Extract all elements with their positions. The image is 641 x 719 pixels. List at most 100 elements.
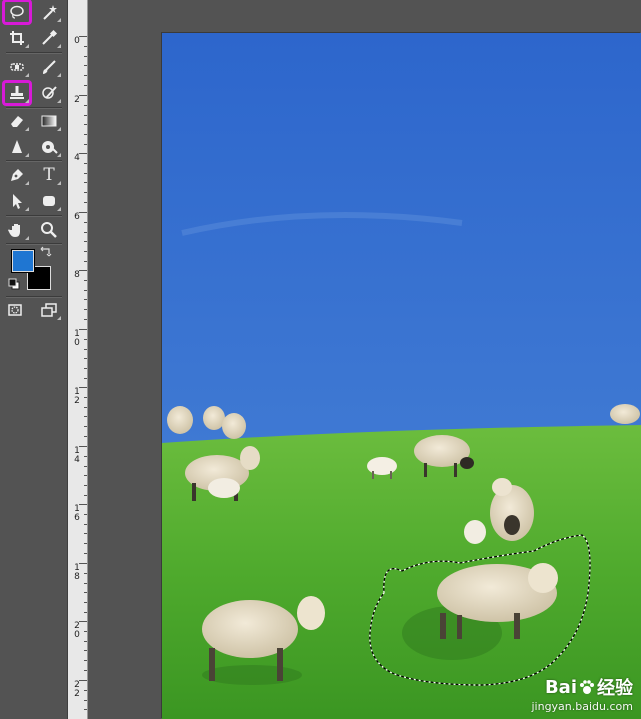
ruler-minor-tick (84, 485, 87, 486)
ruler-label: 2 (74, 95, 80, 105)
ruler-minor-tick (84, 124, 87, 125)
ruler-label: 1 8 (74, 563, 80, 582)
ruler-minor-tick (84, 56, 87, 57)
ruler-minor-tick (84, 299, 87, 300)
eraser-tool-button[interactable] (4, 110, 30, 132)
watermark-brand-suffix: 经验 (597, 678, 633, 699)
ruler-label: 0 (74, 36, 80, 46)
lasso-tool-button[interactable] (2, 0, 32, 25)
hand-icon (8, 224, 20, 237)
ruler-minor-tick (84, 426, 87, 427)
ruler-minor-tick (84, 495, 87, 496)
ruler-minor-tick (84, 232, 87, 233)
eyedropper-tool-button[interactable] (36, 27, 62, 49)
rectangle-shape-icon (43, 196, 55, 206)
ruler-minor-tick (84, 592, 87, 593)
ruler-minor-tick (84, 261, 87, 262)
tool-separator (6, 215, 62, 216)
ruler-minor-tick (84, 573, 87, 574)
history-brush-icon (42, 86, 57, 99)
tool-separator (6, 52, 62, 53)
blur-icon (12, 140, 22, 153)
eyedropper-icon (42, 29, 58, 45)
swap-colors-icon[interactable] (40, 245, 52, 257)
quick-mask-button[interactable] (2, 299, 28, 321)
zoom-tool-button[interactable] (36, 219, 62, 241)
ruler-minor-tick (84, 163, 87, 164)
ruler-minor-tick (84, 700, 87, 701)
ruler-minor-tick (84, 241, 87, 242)
brush-icon (43, 60, 56, 74)
dodge-tool-button[interactable] (36, 136, 62, 158)
magic-wand-tool-button[interactable] (36, 1, 62, 23)
ruler-minor-tick (84, 583, 87, 584)
ruler-minor-tick (84, 543, 87, 544)
ruler-minor-tick (84, 553, 87, 554)
watermark-brand: Bai (544, 676, 577, 698)
ruler-minor-tick (84, 397, 87, 398)
ruler-minor-tick (84, 319, 87, 320)
ruler-label: 2 0 (74, 621, 80, 640)
crop-tool-button[interactable] (4, 27, 30, 49)
ruler-minor-tick (84, 309, 87, 310)
watermark-url: jingyan.baidu.com (531, 700, 633, 713)
pen-icon (11, 169, 23, 181)
healing-brush-icon (10, 63, 24, 71)
ruler-minor-tick (84, 115, 87, 116)
gradient-icon (41, 115, 57, 127)
ruler-minor-tick (84, 524, 87, 525)
ruler-minor-tick (84, 368, 87, 369)
type-tool-button[interactable]: T (36, 164, 62, 186)
ruler-minor-tick (84, 192, 87, 193)
ruler-label: 8 (74, 270, 80, 280)
rectangle-shape-tool-button[interactable] (36, 190, 62, 212)
ruler-minor-tick (84, 290, 87, 291)
ruler-minor-tick (84, 222, 87, 223)
ruler-minor-tick (84, 339, 87, 340)
ruler-minor-tick (84, 475, 87, 476)
ruler-minor-tick (84, 105, 87, 106)
brush-tool-button[interactable] (36, 56, 62, 78)
clone-stamp-tool-button[interactable] (2, 80, 32, 106)
ruler-label: 6 (74, 212, 80, 222)
ruler-minor-tick (84, 144, 87, 145)
vertical-ruler: 0 2 4 6 8 1 0 1 2 1 4 1 6 1 8 2 0 2 2 (68, 0, 88, 719)
ruler-minor-tick (84, 407, 87, 408)
ruler-minor-tick (84, 65, 87, 66)
ruler-minor-tick (84, 173, 87, 174)
lasso-icon (10, 5, 24, 19)
history-brush-tool-button[interactable] (36, 82, 62, 104)
ruler-minor-tick (84, 456, 87, 457)
screen-mode-button[interactable] (36, 299, 62, 321)
pen-tool-button[interactable] (4, 164, 30, 186)
tool-separator (6, 160, 62, 161)
ruler-minor-tick (84, 670, 87, 671)
healing-brush-tool-button[interactable] (4, 56, 30, 78)
foreground-color-swatch[interactable] (11, 249, 35, 273)
ruler-minor-tick (84, 641, 87, 642)
document-canvas[interactable]: Bai 经验 jingyan.baidu.com (162, 33, 641, 719)
ruler-label: 1 4 (74, 446, 80, 465)
path-selection-tool-button[interactable] (4, 190, 30, 212)
ruler-minor-tick (84, 660, 87, 661)
blur-tool-button[interactable] (4, 136, 30, 158)
ruler-label: 1 2 (74, 387, 80, 406)
ruler-label: 1 0 (74, 329, 80, 348)
screen-mode-icon (41, 303, 57, 317)
clone-stamp-icon (10, 86, 24, 99)
ruler-minor-tick (84, 466, 87, 467)
tool-separator (6, 243, 62, 244)
ruler-minor-tick (84, 358, 87, 359)
ruler-label: 1 6 (74, 504, 80, 523)
hand-tool-button[interactable] (4, 219, 30, 241)
paw-icon (580, 680, 594, 694)
ruler-minor-tick (84, 182, 87, 183)
ruler-minor-tick (84, 202, 87, 203)
lamb (464, 520, 486, 544)
ruler-minor-tick (84, 514, 87, 515)
ruler-minor-tick (84, 349, 87, 350)
ruler-minor-tick (84, 134, 87, 135)
gradient-tool-button[interactable] (36, 110, 62, 132)
default-colors-icon[interactable] (8, 278, 20, 290)
magic-wand-icon (43, 5, 57, 20)
